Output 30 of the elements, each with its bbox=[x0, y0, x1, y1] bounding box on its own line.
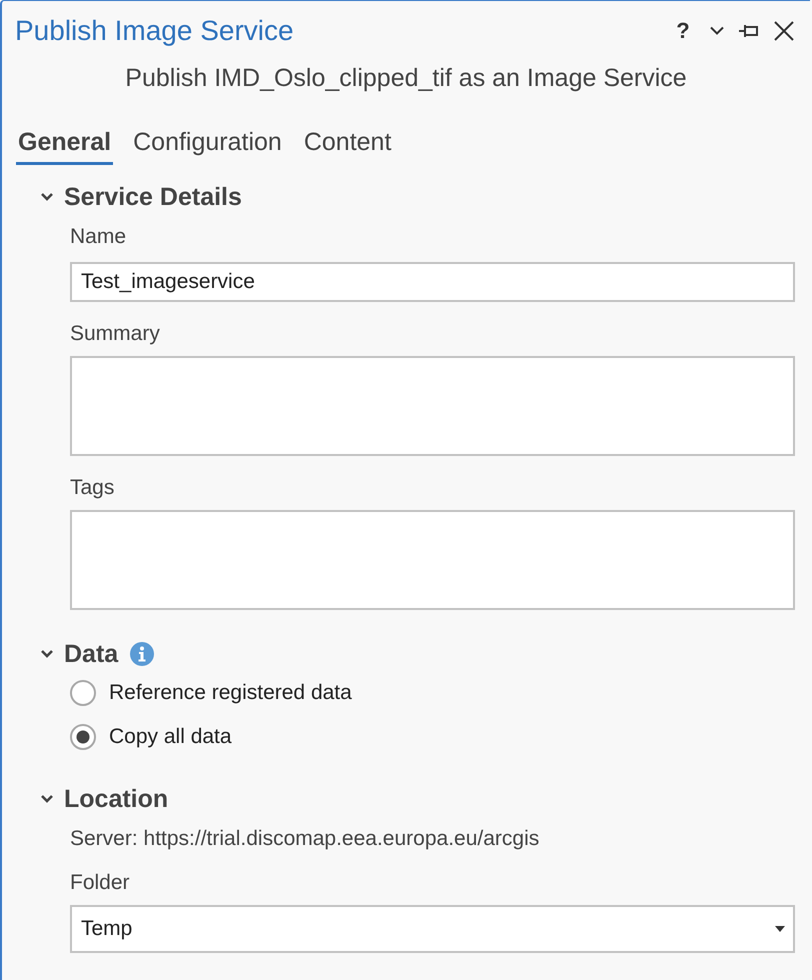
chevron-icon[interactable] bbox=[41, 193, 53, 201]
tab[interactable]: Content bbox=[302, 115, 394, 165]
section-title: Data bbox=[64, 639, 118, 670]
section-title: Location bbox=[64, 784, 168, 815]
dialog-heading: Publish IMD_Oslo_clipped_tif as an Image Service bbox=[125, 64, 687, 92]
field-label: Summary bbox=[70, 322, 160, 346]
radio-label[interactable]: Reference registered data bbox=[109, 681, 352, 705]
name-input-field[interactable]: Test_imageservice bbox=[70, 262, 795, 302]
window-title: Publish Image Service bbox=[15, 14, 294, 48]
chevron-down-icon[interactable] bbox=[710, 26, 724, 35]
field-label: Folder bbox=[70, 871, 130, 895]
dropdown-arrow-icon bbox=[775, 926, 785, 932]
server-url-text: Server: https://trial.discomap.eea.europa.eu/arcgis bbox=[70, 827, 540, 851]
radio-button[interactable] bbox=[70, 724, 96, 750]
radio-label[interactable]: Copy all data bbox=[109, 725, 232, 749]
text-area-field[interactable] bbox=[70, 510, 795, 610]
close-icon[interactable] bbox=[774, 20, 794, 40]
folder-dropdown[interactable]: Temp bbox=[70, 905, 795, 953]
field-label: Name bbox=[70, 225, 126, 249]
section-title: Service Details bbox=[64, 182, 242, 213]
pin-icon[interactable] bbox=[738, 24, 758, 38]
tab[interactable]: General bbox=[16, 115, 114, 165]
chevron-icon[interactable] bbox=[41, 650, 53, 658]
text-area-field[interactable] bbox=[70, 356, 795, 456]
info-icon[interactable] bbox=[130, 642, 154, 666]
radio-button[interactable] bbox=[70, 680, 96, 706]
field-label: Tags bbox=[70, 476, 114, 500]
tab[interactable]: Configuration bbox=[131, 115, 284, 165]
help-button[interactable]: ? bbox=[674, 18, 692, 44]
chevron-icon[interactable] bbox=[41, 795, 53, 803]
